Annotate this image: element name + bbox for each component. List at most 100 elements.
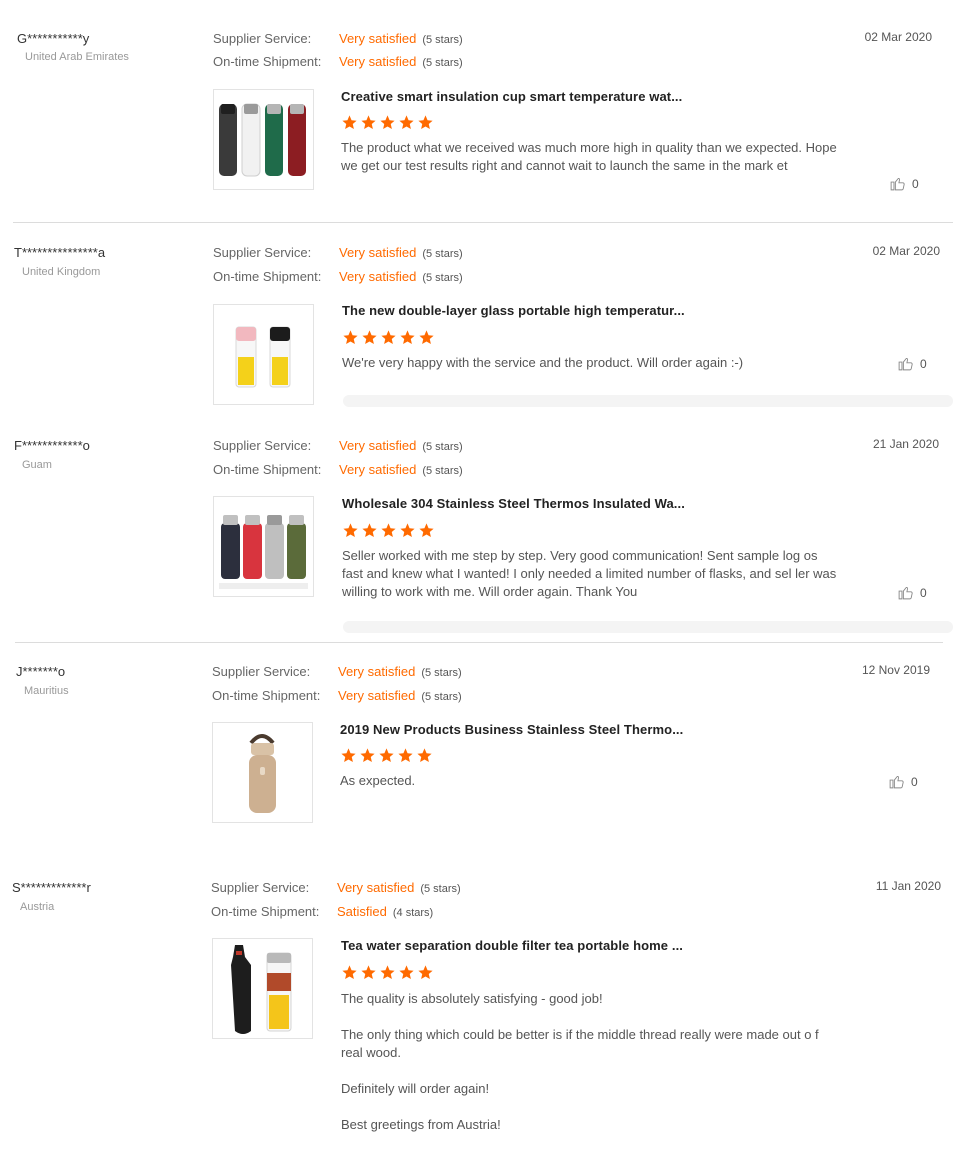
supplier-service-value: Very satisfied xyxy=(337,880,415,895)
supplier-service-rating: Supplier Service: Very satisfied (5 stars) xyxy=(211,880,461,895)
shipment-rating: On-time Shipment: Very satisfied (5 stars) xyxy=(212,688,462,703)
shipment-rating: On-time Shipment: Satisfied (4 stars) xyxy=(211,904,433,919)
helpful-like-button[interactable]: 0 xyxy=(897,584,927,601)
product-title-link[interactable]: The new double-layer glass portable high… xyxy=(342,303,685,318)
star-icon xyxy=(343,523,358,538)
buyer-name: G***********y xyxy=(17,31,90,46)
product-title-link[interactable]: Tea water separation double filter tea p… xyxy=(341,938,683,953)
shipment-label: On-time Shipment: xyxy=(213,54,322,69)
supplier-service-value: Very satisfied xyxy=(339,31,417,46)
like-count: 0 xyxy=(911,774,918,789)
helpful-like-button[interactable]: 0 xyxy=(888,773,918,790)
review-item: S*************r Austria Supplier Service… xyxy=(0,860,960,1159)
buyer-name: T***************a xyxy=(14,245,106,260)
supplier-service-stars: (5 stars) xyxy=(422,248,463,260)
star-rating xyxy=(340,747,433,764)
supplier-service-value: Very satisfied xyxy=(339,245,417,260)
star-icon xyxy=(400,523,415,538)
supplier-service-rating: Supplier Service: Very satisfied (5 stars) xyxy=(213,438,463,453)
supplier-service-label: Supplier Service: xyxy=(213,438,312,453)
review-text: Seller worked with me step by step. Very… xyxy=(342,547,842,601)
review-date: 11 Jan 2020 xyxy=(875,879,941,893)
star-icon xyxy=(380,965,395,980)
star-icon xyxy=(362,330,377,345)
shipment-rating: On-time Shipment: Very satisfied (5 stars) xyxy=(213,54,463,69)
star-rating xyxy=(341,114,434,131)
shipment-stars: (5 stars) xyxy=(422,465,463,477)
four-thermos-flasks-image xyxy=(219,515,308,589)
star-icon xyxy=(343,330,358,345)
section-separator xyxy=(343,395,953,407)
product-thumbnail[interactable] xyxy=(212,938,313,1039)
shipment-rating: On-time Shipment: Very satisfied (5 stars) xyxy=(213,462,463,477)
review-item: J*******o Mauritius Supplier Service: Ver… xyxy=(0,643,960,859)
review-date: 02 Mar 2020 xyxy=(872,244,940,258)
star-icon xyxy=(417,748,432,763)
product-title-link[interactable]: Creative smart insulation cup smart temp… xyxy=(341,89,682,104)
star-icon xyxy=(381,330,396,345)
review-date: 12 Nov 2019 xyxy=(861,663,930,677)
shipment-label: On-time Shipment: xyxy=(213,269,322,284)
buyer-country: Austria xyxy=(20,901,55,913)
shipment-stars: (5 stars) xyxy=(422,272,463,284)
helpful-like-button[interactable]: 0 xyxy=(889,175,919,192)
review-paragraph: Seller worked with me step by step. Very… xyxy=(342,548,837,599)
shipment-stars: (5 stars) xyxy=(421,691,462,703)
product-title-link[interactable]: Wholesale 304 Stainless Steel Thermos In… xyxy=(342,496,685,511)
buyer-country: Mauritius xyxy=(24,685,69,697)
star-icon xyxy=(360,748,375,763)
star-icon xyxy=(341,748,356,763)
review-paragraph: The only thing which could be better is … xyxy=(341,1027,819,1060)
shipment-value: Satisfied xyxy=(337,904,387,919)
star-icon xyxy=(400,330,415,345)
supplier-service-label: Supplier Service: xyxy=(213,31,312,46)
review-text: We're very happy with the service and th… xyxy=(342,354,842,372)
buyer-country: United Arab Emirates xyxy=(25,51,129,63)
supplier-service-rating: Supplier Service: Very satisfied (5 stars) xyxy=(212,664,462,679)
review-paragraph: Definitely will order again! xyxy=(341,1081,490,1096)
star-icon xyxy=(418,965,433,980)
shipment-label: On-time Shipment: xyxy=(211,904,320,919)
four-insulation-cups-image xyxy=(219,103,306,177)
supplier-service-label: Supplier Service: xyxy=(212,664,311,679)
shipment-value: Very satisfied xyxy=(338,688,416,703)
buyer-name: S*************r xyxy=(12,880,91,895)
shipment-stars: (4 stars) xyxy=(392,907,434,919)
review-text: The product what we received was much mo… xyxy=(341,139,841,175)
star-icon xyxy=(398,748,413,763)
star-icon xyxy=(419,330,434,345)
supplier-service-stars: (5 stars) xyxy=(422,34,463,46)
review-item: T***************a United Kingdom Supplie… xyxy=(0,223,960,413)
supplier-service-rating: Supplier Service: Very satisfied (5 stars) xyxy=(213,31,463,46)
star-icon xyxy=(418,115,433,130)
review-date: 21 Jan 2020 xyxy=(872,437,939,451)
star-icon xyxy=(399,115,414,130)
supplier-service-label: Supplier Service: xyxy=(211,880,310,895)
product-thumbnail[interactable] xyxy=(213,89,314,190)
product-thumbnail[interactable] xyxy=(213,304,314,405)
thumbs-up-icon xyxy=(889,776,904,789)
two-glass-bottles-image xyxy=(235,326,291,388)
star-rating xyxy=(342,522,435,539)
supplier-service-stars: (5 stars) xyxy=(420,883,461,895)
review-date: 02 Mar 2020 xyxy=(864,30,932,44)
product-title-link[interactable]: 2019 New Products Business Stainless Ste… xyxy=(340,722,683,737)
product-thumbnail[interactable] xyxy=(212,722,313,823)
like-count: 0 xyxy=(920,585,927,600)
star-rating xyxy=(341,964,434,981)
star-icon xyxy=(361,115,376,130)
review-paragraph: The quality is absolutely satisfying - g… xyxy=(341,991,603,1006)
star-icon xyxy=(379,748,394,763)
star-icon xyxy=(362,523,377,538)
review-text: As expected. xyxy=(340,772,840,790)
supplier-service-label: Supplier Service: xyxy=(213,245,312,260)
buyer-country: United Kingdom xyxy=(22,266,101,278)
helpful-like-button[interactable]: 0 xyxy=(897,355,927,372)
shipment-value: Very satisfied xyxy=(339,54,417,69)
buyer-name: F************o xyxy=(14,438,90,453)
product-thumbnail[interactable] xyxy=(213,496,314,597)
supplier-service-stars: (5 stars) xyxy=(422,441,463,453)
review-paragraph: The product what we received was much mo… xyxy=(341,140,837,173)
thumbs-up-icon xyxy=(898,358,913,371)
gold-thermos-bottle-image xyxy=(249,734,276,813)
